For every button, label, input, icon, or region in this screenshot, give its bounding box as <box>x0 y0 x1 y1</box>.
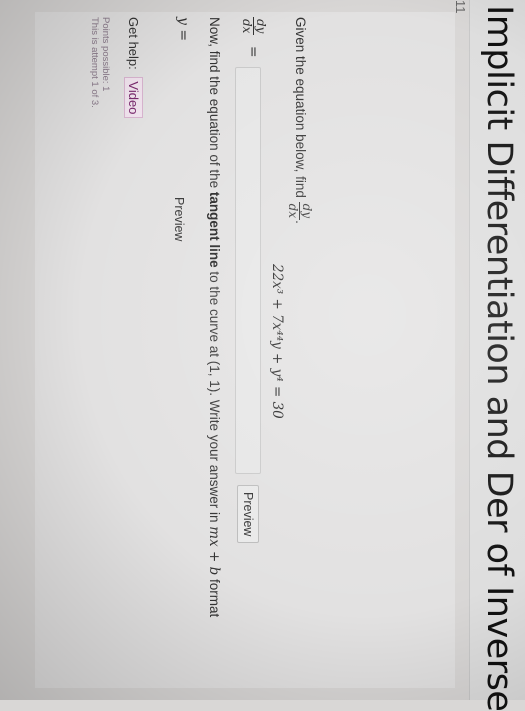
dydx-label-denominator: dx <box>240 19 254 34</box>
dydx-answer-input[interactable] <box>235 67 261 474</box>
page-title: Implicit Differentiation and Der of Inve… <box>479 5 519 711</box>
question-number: 11 <box>453 0 468 14</box>
tangent-prompt-suffix: to the curve at (1, 1). Write your answe… <box>207 271 222 523</box>
tangent-preview-button[interactable]: Preview <box>168 190 190 248</box>
title-bar: Implicit Differentiation and Der of Inve… <box>469 0 525 711</box>
tangent-y-label: y <box>175 17 191 25</box>
dydx-denominator: dx <box>286 203 300 219</box>
dydx-label-numerator: dy <box>253 17 268 36</box>
get-help-label: Get help: <box>126 17 141 70</box>
given-equation: 22x³ + 7x⁴⁴y + y⁴ = 30 <box>269 264 285 419</box>
dydx-answer-label: dy dx = <box>240 17 268 58</box>
dydx-equals-sign: = <box>245 45 262 58</box>
tangent-format-math: mx + b <box>206 526 222 576</box>
points-info: Points possible: 1 This is attempt 1 of … <box>89 17 111 108</box>
dydx-label-fraction: dy dx <box>240 17 268 36</box>
attempt-info: This is attempt 1 of 3. <box>89 17 100 108</box>
dydx-preview-button[interactable]: Preview <box>237 485 259 544</box>
prompt-text: Given the equation below, find <box>292 17 308 198</box>
tangent-prompt-bold: tangent line <box>207 191 222 268</box>
tangent-answer-label: y = <box>175 17 191 41</box>
video-help-button[interactable]: Video <box>124 77 143 119</box>
tangent-prompt-prefix: Now, find the equation of the <box>207 17 222 189</box>
dydx-fraction: dy dx <box>286 201 314 221</box>
get-help-row: Get help: Video <box>124 17 143 119</box>
tangent-format-word: format <box>207 579 222 618</box>
prompt-period: . <box>292 220 308 224</box>
points-possible: Points possible: 1 <box>100 17 111 92</box>
tangent-line-prompt: Now, find the equation of the tangent li… <box>206 17 222 617</box>
question-page: Implicit Differentiation and Der of Inve… <box>0 0 525 711</box>
dydx-numerator: dy <box>299 201 314 221</box>
tangent-equals-sign: = <box>175 29 191 42</box>
question-prompt: Given the equation below, find dy dx . <box>286 17 314 224</box>
